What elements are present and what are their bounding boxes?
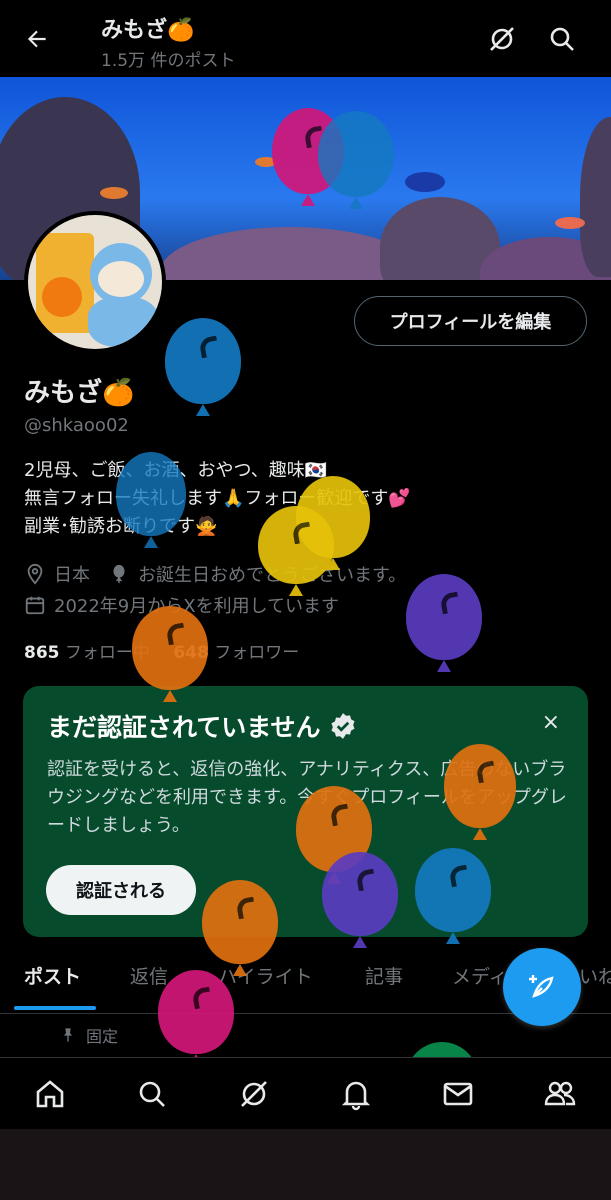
close-icon[interactable]: ×	[542, 710, 560, 735]
get-verified-button[interactable]: 認証される	[46, 865, 196, 915]
pinned-label-row: 固定	[60, 1023, 118, 1047]
balloon-icon	[202, 880, 278, 976]
balloon-icon	[406, 574, 482, 672]
bell-icon[interactable]	[338, 1076, 374, 1112]
location-text: 日本	[54, 565, 90, 586]
avatar[interactable]	[24, 211, 166, 353]
balloon-icon	[113, 564, 125, 584]
search-icon[interactable]	[545, 22, 579, 56]
balloon-icon	[322, 852, 398, 948]
balloon-icon	[158, 970, 234, 1066]
balloon-icon	[415, 848, 491, 944]
grok-icon[interactable]	[236, 1076, 272, 1112]
balloon-icon	[258, 506, 334, 596]
profile-meta-row: 日本 お誕生日おめでとうございます。	[24, 561, 406, 587]
balloon-icon	[165, 318, 241, 416]
balloon-icon	[318, 111, 394, 209]
active-tab-indicator	[14, 1006, 96, 1010]
calendar-icon	[25, 596, 45, 615]
verified-badge-icon	[330, 713, 355, 739]
header-name: みもざ🍊	[101, 18, 195, 43]
edit-profile-button[interactable]: プロフィールを編集	[354, 296, 587, 346]
balloon-icon	[116, 452, 186, 548]
verify-card-title-row: まだ認証されていません	[47, 708, 357, 744]
verify-card-title: まだ認証されていません	[47, 713, 321, 742]
search-icon[interactable]	[134, 1076, 170, 1112]
compose-button[interactable]	[503, 948, 581, 1026]
top-bar: みもざ🍊 1.5万 件のポスト	[0, 0, 611, 76]
balloon-icon	[444, 744, 516, 840]
pinned-label: 固定	[86, 1027, 119, 1046]
balloon-icon	[132, 606, 208, 702]
system-bar	[0, 1129, 611, 1200]
profile-handle: @shkaoo02	[24, 415, 129, 436]
home-icon[interactable]	[32, 1076, 68, 1112]
back-arrow-icon[interactable]	[20, 22, 54, 56]
pin-icon	[64, 1028, 72, 1042]
compose-icon	[529, 975, 554, 998]
mail-icon[interactable]	[440, 1076, 476, 1112]
bio-line: 2児母、ご飯、お酒、おやつ、趣味🇰🇷	[24, 457, 584, 485]
profile-name: みもざ🍊	[24, 378, 135, 408]
communities-icon[interactable]	[542, 1076, 578, 1112]
tab-replies[interactable]: 返信	[130, 962, 168, 989]
location-icon	[27, 563, 43, 585]
tab-articles[interactable]: 記事	[365, 962, 403, 989]
bottom-nav	[0, 1057, 611, 1129]
grok-icon[interactable]	[485, 22, 519, 56]
post-count: 1.5万 件のポスト	[101, 51, 236, 71]
tab-posts[interactable]: ポスト	[24, 962, 81, 989]
